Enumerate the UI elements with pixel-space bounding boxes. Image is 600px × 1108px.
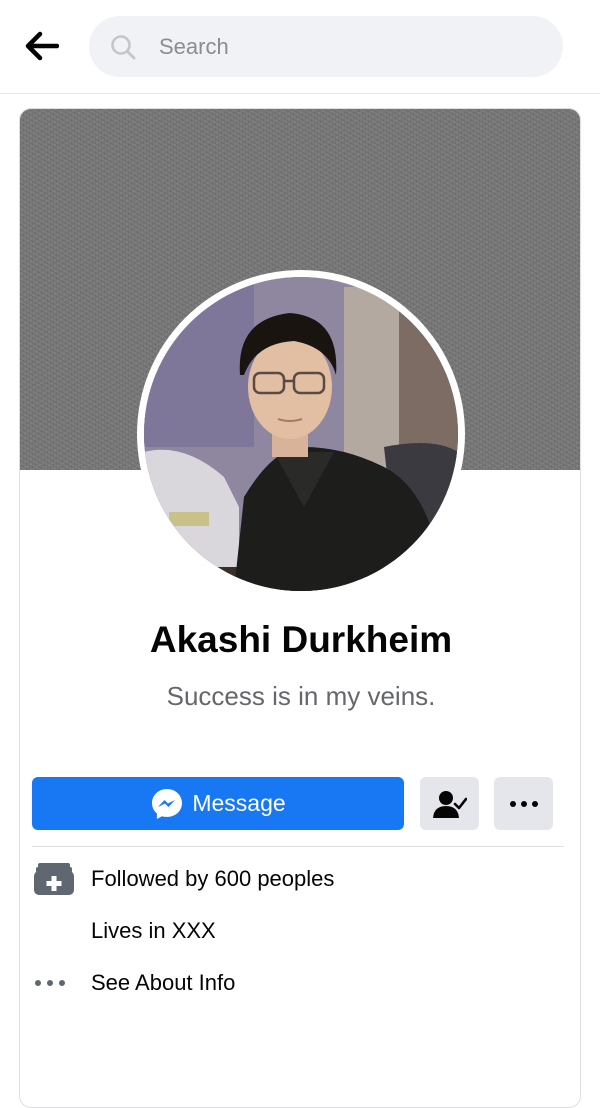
profile-card: Akashi Durkheim Success is in my veins. …: [19, 108, 581, 1108]
profile-name: Akashi Durkheim: [149, 619, 453, 660]
followers-icon: [34, 863, 74, 895]
about-text[interactable]: See About Info: [91, 970, 235, 996]
friends-check-icon: [432, 790, 467, 818]
search-bar[interactable]: [89, 16, 563, 77]
followers-text: Followed by 600 peoples: [91, 866, 335, 891]
back-button[interactable]: [20, 24, 64, 68]
message-button-label: Message: [192, 790, 286, 816]
more-options-button[interactable]: [494, 777, 553, 830]
profile-picture[interactable]: [137, 270, 465, 598]
avatar: [144, 277, 458, 591]
top-bar: [0, 0, 600, 94]
arrow-left-icon: [25, 31, 59, 61]
avatar-photo: [144, 277, 458, 591]
info-followers: Followed by 600 peoples: [34, 859, 564, 899]
divider: [32, 846, 564, 847]
profile-bio: Success is in my veins.: [166, 681, 436, 711]
see-about-info[interactable]: See About Info: [34, 963, 564, 1003]
friends-button[interactable]: [420, 777, 479, 830]
more-dots-icon: [509, 800, 538, 807]
lives-text: Lives in XXX: [91, 918, 216, 943]
more-dots-icon: [35, 980, 65, 986]
message-button[interactable]: Message: [32, 777, 404, 830]
search-icon: [111, 35, 136, 60]
search-input[interactable]: [159, 16, 539, 77]
info-lives: Lives in XXX: [34, 911, 564, 951]
messenger-icon: [152, 788, 183, 819]
